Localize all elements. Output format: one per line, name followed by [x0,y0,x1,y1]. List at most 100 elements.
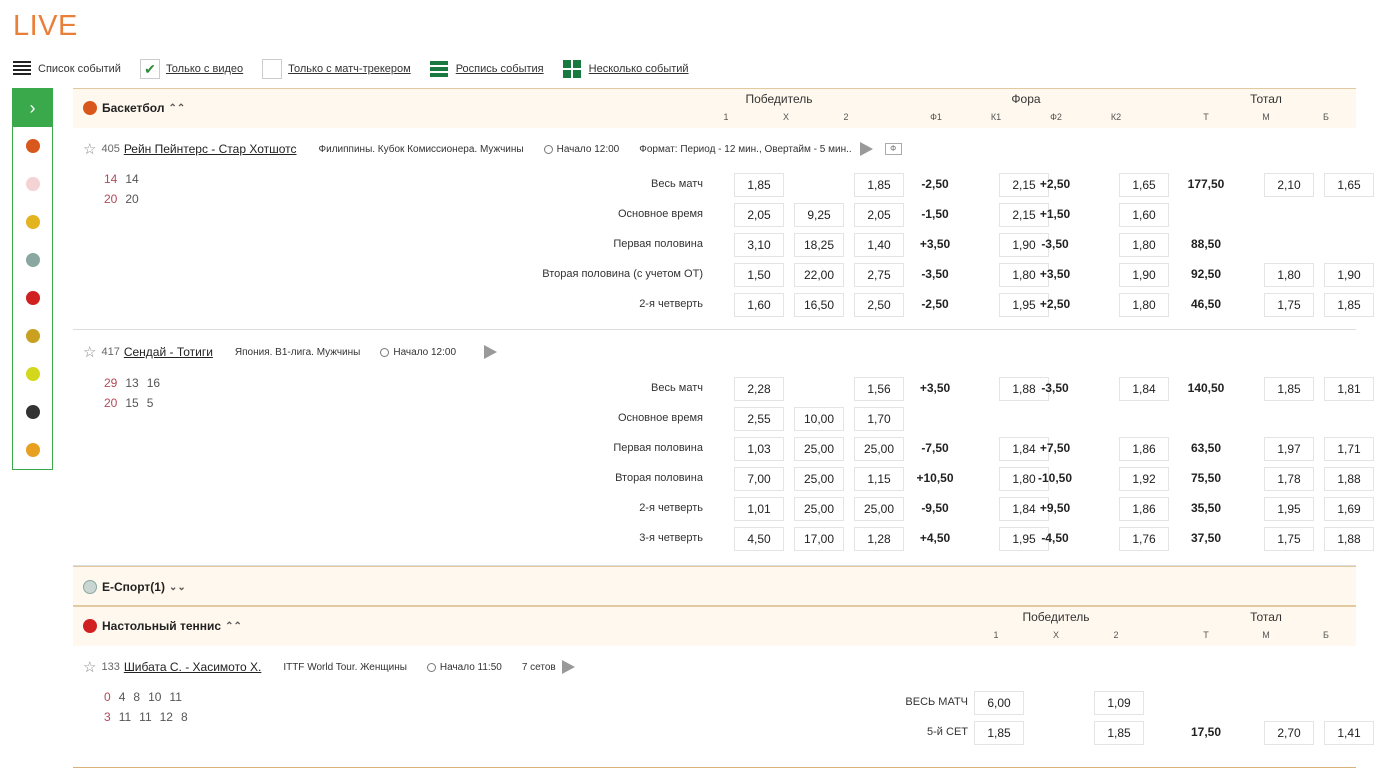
checkbox-checked-icon[interactable]: ✔ [139,59,160,79]
play-video-icon[interactable] [561,660,575,674]
chevron-down-icon[interactable]: ⌄⌄ [169,582,186,593]
odds-cell-k2[interactable]: 1,65 [1119,173,1169,197]
odds-cell-w1[interactable]: 1,85 [974,721,1024,745]
odds-cell-w1[interactable]: 4,50 [734,527,784,551]
odds-cell-w2[interactable]: 1,85 [854,173,904,197]
odds-cell-w1[interactable]: 1,85 [734,173,784,197]
odds-cell-w1[interactable]: 2,55 [734,407,784,431]
odds-cell-m[interactable]: 1,85 [1264,377,1314,401]
odds-cell-m[interactable]: 1,80 [1264,263,1314,287]
sidebar-sport-item[interactable] [13,393,52,431]
odds-cell-w1[interactable]: 6,00 [974,691,1024,715]
odds-cell-x[interactable]: 25,00 [794,497,844,521]
odds-cell-m[interactable]: 1,78 [1264,467,1314,491]
odds-cell-x[interactable]: 9,25 [794,203,844,227]
odds-cell-k2[interactable]: 1,84 [1119,377,1169,401]
filter-video-only[interactable]: ✔ Только с видео [139,59,243,79]
sport-header-esport[interactable]: E-Спорт(1) ⌄⌄ [73,566,1356,606]
odds-cell-k2[interactable]: 1,92 [1119,467,1169,491]
sidebar-sport-item[interactable] [13,317,52,355]
sport-header-basketball[interactable]: Баскетбол ⌃⌃ Победитель Фора Тотал 1 X 2 … [73,88,1356,128]
odds-row: Весь матч 1,85 1,85 -2,50 2,15 +2,50 1,65 177,5… [73,170,1374,200]
chevron-up-icon[interactable]: ⌃⌃ [225,621,242,632]
odds-cell-w1[interactable]: 1,03 [734,437,784,461]
sidebar-sport-item[interactable] [13,165,52,203]
odds-cell-b[interactable]: 1,71 [1324,437,1374,461]
favorite-star-icon[interactable]: ☆ [83,343,96,361]
odds-cell-b[interactable]: 1,65 [1324,173,1374,197]
odds-cell-w2[interactable]: 1,15 [854,467,904,491]
odds-cell-w1[interactable]: 1,01 [734,497,784,521]
odds-cell-b[interactable]: 1,85 [1324,293,1374,317]
sidebar-sport-item[interactable] [13,127,52,165]
odds-cell-w2[interactable]: 25,00 [854,497,904,521]
odds-cell-x[interactable]: 10,00 [794,407,844,431]
odds-cell-m[interactable]: 1,75 [1264,527,1314,551]
odds-cell-w1[interactable]: 2,28 [734,377,784,401]
odds-cell-k2[interactable]: 1,80 [1119,293,1169,317]
odds-row: Первая половина 1,03 25,00 25,00 -7,50 1,84 +7… [73,434,1374,464]
sidebar-sport-item[interactable] [13,431,52,469]
odds-cell-w2[interactable]: 1,09 [1094,691,1144,715]
odds-cell-w1[interactable]: 2,05 [734,203,784,227]
sidebar-sport-item[interactable] [13,355,52,393]
odds-cell-k2[interactable]: 1,86 [1119,497,1169,521]
odds-cell-w2[interactable]: 1,40 [854,233,904,257]
sidebar-sport-item[interactable] [13,203,52,241]
event-teams-link[interactable]: Сендай - Тотиги [124,345,213,359]
play-video-icon[interactable] [859,142,873,156]
odds-cell-k2[interactable]: 1,76 [1119,527,1169,551]
odds-cell-w2[interactable]: 25,00 [854,437,904,461]
odds-cell-x[interactable]: 22,00 [794,263,844,287]
odds-cell-b[interactable]: 1,81 [1324,377,1374,401]
event-teams-link[interactable]: Рейн Пейнтерс - Стар Хотшотс [124,142,297,156]
odds-cell-w1[interactable]: 1,60 [734,293,784,317]
favorite-star-icon[interactable]: ☆ [83,658,96,676]
sidebar-sport-item[interactable] [13,279,52,317]
odds-cell-m[interactable]: 2,10 [1264,173,1314,197]
sidebar-sport-item[interactable] [13,241,52,279]
odds-cell-w2[interactable]: 1,70 [854,407,904,431]
odds-cell-k2[interactable]: 1,86 [1119,437,1169,461]
odds-cell-w2[interactable]: 1,28 [854,527,904,551]
play-video-icon[interactable] [484,345,498,359]
odds-cell-b[interactable]: 1,90 [1324,263,1374,287]
odds-cell-x[interactable]: 18,25 [794,233,844,257]
sport-name: Настольный теннис [102,619,222,633]
odds-cell-k2[interactable]: 1,60 [1119,203,1169,227]
odds-cell-w1[interactable]: 7,00 [734,467,784,491]
odds-cell-w1[interactable]: 1,50 [734,263,784,287]
odds-cell-w1[interactable]: 3,10 [734,233,784,257]
odds-cell-m[interactable]: 1,95 [1264,497,1314,521]
odds-cell-x[interactable]: 25,00 [794,467,844,491]
checkbox-empty-icon[interactable] [262,59,283,79]
event-teams-link[interactable]: Шибата С. - Хасимото Х. [124,660,262,674]
chevron-up-icon[interactable]: ⌃⌃ [168,103,185,114]
odds-cell-w2[interactable]: 1,85 [1094,721,1144,745]
odds-cell-x[interactable]: 17,00 [794,527,844,551]
filter-event-list[interactable]: Список событий [13,61,121,77]
odds-cell-m[interactable]: 1,75 [1264,293,1314,317]
odds-cell-x[interactable]: 25,00 [794,437,844,461]
sidebar-expand-button[interactable]: › [13,89,52,127]
favorite-star-icon[interactable]: ☆ [83,140,96,158]
filter-tracker-only[interactable]: Только с матч-трекером [262,59,411,79]
stats-box-icon[interactable]: Ф [884,143,902,155]
odds-cell-m[interactable]: 1,97 [1264,437,1314,461]
odds-cell-b[interactable]: 1,41 [1324,721,1374,745]
odds-cell-b[interactable]: 1,69 [1324,497,1374,521]
odds-cell-b[interactable]: 1,88 [1324,467,1374,491]
odds-cell-k2[interactable]: 1,80 [1119,233,1169,257]
divider [73,767,1356,768]
odds-cell-w2[interactable]: 2,05 [854,203,904,227]
odds-cell-w2[interactable]: 2,75 [854,263,904,287]
odds-cell-b[interactable]: 1,88 [1324,527,1374,551]
filter-event-listing[interactable]: Роспись события [429,61,544,77]
odds-cell-w2[interactable]: 2,50 [854,293,904,317]
sport-header-table-tennis[interactable]: Настольный теннис ⌃⌃ Победитель Тотал 1 X… [73,606,1356,646]
odds-cell-m[interactable]: 2,70 [1264,721,1314,745]
odds-cell-x[interactable]: 16,50 [794,293,844,317]
odds-cell-w2[interactable]: 1,56 [854,377,904,401]
odds-cell-k2[interactable]: 1,90 [1119,263,1169,287]
filter-multi-events[interactable]: Несколько событий [562,60,689,78]
